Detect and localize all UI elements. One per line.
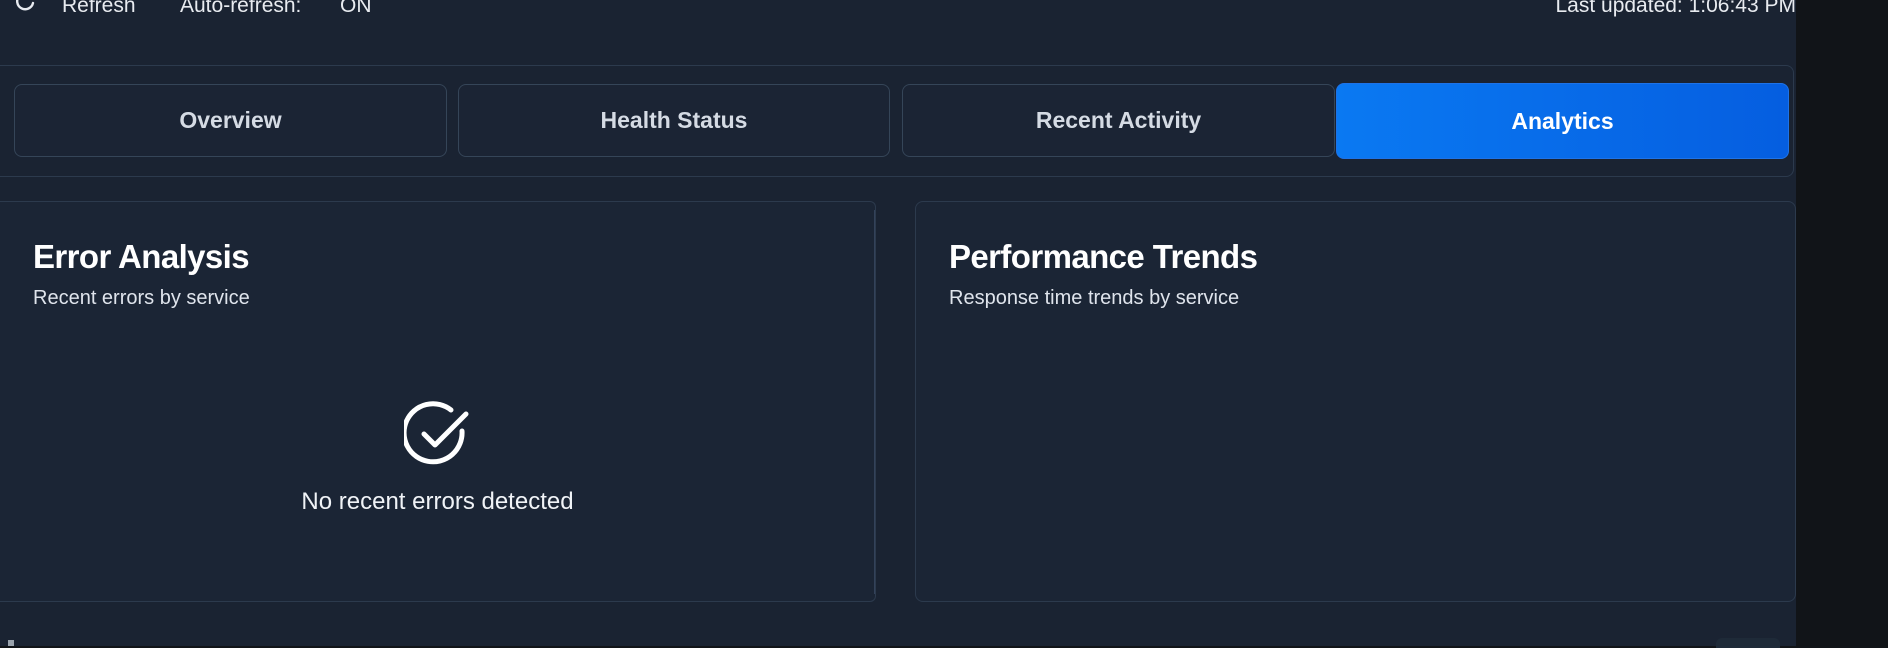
panel-divider bbox=[874, 210, 875, 594]
tab-health-status-label: Health Status bbox=[600, 107, 748, 133]
refresh-icon[interactable] bbox=[12, 0, 38, 14]
tab-analytics-label: Analytics bbox=[1511, 107, 1614, 134]
no-errors-message: No recent errors detected bbox=[301, 488, 574, 515]
performance-trends-subtitle: Response time trends by service bbox=[949, 287, 1240, 309]
performance-trends-title: Performance Trends bbox=[949, 238, 1258, 275]
footer-button[interactable] bbox=[1716, 638, 1780, 648]
tab-bar: Overview Health Status Recent Activity A… bbox=[0, 65, 1794, 177]
tab-health-status[interactable]: Health Status bbox=[458, 84, 890, 157]
performance-trends-panel: Performance Trends Response time trends … bbox=[915, 201, 1796, 602]
tab-overview-label: Overview bbox=[179, 107, 282, 133]
last-updated-text: Last updated: 1:06:43 PM bbox=[1555, 0, 1796, 17]
error-analysis-subtitle: Recent errors by service bbox=[33, 287, 250, 309]
footer-handle-icon bbox=[8, 640, 14, 646]
refresh-button[interactable]: Refresh bbox=[62, 0, 136, 18]
tab-recent-activity-label: Recent Activity bbox=[1035, 107, 1202, 133]
error-analysis-panel: Error Analysis Recent errors by service … bbox=[0, 201, 876, 602]
auto-refresh-label: Auto-refresh: bbox=[180, 0, 302, 17]
error-analysis-title: Error Analysis bbox=[33, 238, 250, 275]
tab-analytics[interactable]: Analytics bbox=[1336, 83, 1789, 159]
auto-refresh-toggle[interactable]: ON bbox=[340, 0, 372, 18]
dashboard-app: Refresh Auto-refresh: ON Last updated: 1… bbox=[0, 0, 1796, 646]
toolbar: Refresh Auto-refresh: ON Last updated: 1… bbox=[0, 0, 1796, 22]
tab-overview[interactable]: Overview bbox=[14, 84, 447, 157]
tab-recent-activity[interactable]: Recent Activity bbox=[902, 84, 1335, 157]
check-circle-icon bbox=[401, 401, 472, 469]
